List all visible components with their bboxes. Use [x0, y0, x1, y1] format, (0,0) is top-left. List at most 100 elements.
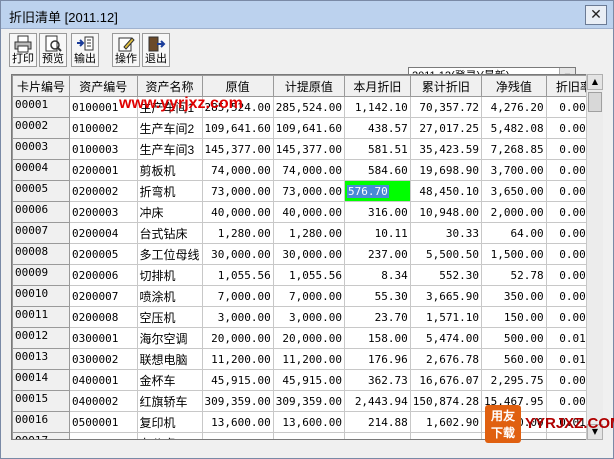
table-cell[interactable]: 30,000.00 [272, 243, 346, 265]
table-cell[interactable]: 2,443.94 [344, 390, 411, 412]
card-number-cell[interactable]: 00001 [12, 96, 71, 118]
table-cell[interactable]: 316.00 [344, 201, 411, 223]
table-cell[interactable]: 552.30 [409, 264, 483, 286]
table-cell[interactable]: 0200001 [69, 159, 138, 181]
table-cell[interactable]: 海尔空调 [136, 327, 203, 349]
table-cell[interactable]: 176.96 [344, 348, 411, 370]
table-cell[interactable]: 多工位母线 [136, 243, 203, 265]
table-cell[interactable]: 5,500.50 [409, 243, 483, 265]
table-cell[interactable]: 2,676.78 [409, 348, 483, 370]
table-cell[interactable]: 0200002 [69, 180, 138, 202]
table-cell[interactable]: 0300002 [69, 348, 138, 370]
table-cell[interactable]: 11,200.00 [201, 348, 274, 370]
table-cell[interactable]: 剪板机 [136, 159, 203, 181]
table-cell[interactable]: 3,650.00 [481, 180, 547, 202]
table-row[interactable]: 00001 0100001 生产车间1 285,524.00 285,524.00 1,1… [12, 96, 602, 118]
table-cell[interactable]: 0300001 [69, 327, 138, 349]
table-cell[interactable]: 空压机 [136, 306, 203, 328]
table-cell[interactable]: 20,000.00 [201, 327, 274, 349]
card-number-cell[interactable]: 00017 [12, 432, 71, 439]
column-header[interactable]: 卡片编号 [12, 75, 71, 97]
table-cell[interactable]: 复印机 [136, 411, 203, 433]
card-number-cell[interactable]: 00002 [12, 117, 71, 139]
table-cell[interactable]: 4,276.20 [481, 96, 547, 118]
table-row[interactable]: 00005 0200002 折弯机 73,000.00 73,000.00 576.70 4… [12, 180, 602, 202]
table-row[interactable]: 00007 0200004 台式钻床 1,280.00 1,280.00 10.11 30.… [12, 222, 602, 244]
table-row[interactable]: 00012 0300001 海尔空调 20,000.00 20,000.00 158.00… [12, 327, 602, 349]
card-number-cell[interactable]: 00014 [12, 369, 71, 391]
table-cell[interactable]: 联想电脑 [136, 348, 203, 370]
table-cell[interactable]: 7,000.00 [201, 285, 274, 307]
table-cell[interactable]: 237.00 [344, 243, 411, 265]
table-cell[interactable]: 金杯车 [136, 369, 203, 391]
table-row[interactable]: 00002 0100002 生产车间2 109,641.60 109,641.60 438… [12, 117, 602, 139]
table-cell[interactable]: 2,000.00 [481, 201, 547, 223]
column-header[interactable]: 资产名称 [136, 75, 203, 97]
table-cell[interactable]: 64.00 [481, 222, 547, 244]
table-cell[interactable]: 0200005 [69, 243, 138, 265]
table-cell[interactable]: 3,000.00 [272, 306, 346, 328]
preview-button[interactable]: 预览 [39, 33, 67, 67]
table-cell[interactable]: 3,200.00 [201, 432, 274, 439]
table-cell[interactable]: 生产车间2 [136, 117, 203, 139]
table-row[interactable]: 00004 0200001 剪板机 74,000.00 74,000.00 584.60 1… [12, 159, 602, 181]
table-cell[interactable]: 7,268.85 [481, 138, 547, 160]
table-cell[interactable]: 1,500.00 [481, 243, 547, 265]
vertical-scrollbar[interactable]: ▲ ▼ [586, 74, 603, 440]
card-number-cell[interactable]: 00007 [12, 222, 71, 244]
column-header[interactable]: 累计折旧 [409, 75, 483, 97]
table-cell[interactable]: 109,641.60 [272, 117, 346, 139]
table-cell[interactable]: 16,676.07 [409, 369, 483, 391]
scroll-thumb[interactable] [588, 92, 602, 112]
close-button[interactable]: ✕ [585, 5, 607, 25]
table-cell[interactable]: 40,000.00 [272, 201, 346, 223]
table-cell[interactable]: 13,600.00 [272, 411, 346, 433]
table-cell[interactable]: 45,915.00 [272, 369, 346, 391]
table-cell[interactable]: 214.88 [344, 411, 411, 433]
table-cell[interactable]: 48,450.10 [409, 180, 483, 202]
table-cell[interactable]: 3,665.90 [409, 285, 483, 307]
card-number-cell[interactable]: 00008 [12, 243, 71, 265]
table-cell[interactable]: 3,000.00 [201, 306, 274, 328]
table-cell[interactable]: 生产车间3 [136, 138, 203, 160]
table-cell[interactable]: 576.70 [344, 180, 411, 202]
table-cell[interactable]: 冲床 [136, 201, 203, 223]
table-cell[interactable]: 1,055.56 [201, 264, 274, 286]
table-cell[interactable]: 0400001 [69, 369, 138, 391]
table-cell[interactable]: 1,602.90 [409, 411, 483, 433]
table-cell[interactable]: 5,474.00 [409, 327, 483, 349]
table-row[interactable]: 00003 0100003 生产车间3 145,377.00 145,377.00 581… [12, 138, 602, 160]
table-cell[interactable]: 74,000.00 [201, 159, 274, 181]
table-cell[interactable]: 11,200.00 [272, 348, 346, 370]
table-cell[interactable]: 73,000.00 [201, 180, 274, 202]
table-cell[interactable]: 20,000.00 [272, 327, 346, 349]
table-cell[interactable]: 0200008 [69, 306, 138, 328]
scroll-up-icon[interactable]: ▲ [587, 74, 603, 90]
table-cell[interactable]: 35,423.59 [409, 138, 483, 160]
card-number-cell[interactable]: 00004 [12, 159, 71, 181]
card-number-cell[interactable]: 00006 [12, 201, 71, 223]
table-cell[interactable]: 45,915.00 [201, 369, 274, 391]
table-cell[interactable]: 13,600.00 [201, 411, 274, 433]
table-cell[interactable]: 8.34 [344, 264, 411, 286]
table-cell[interactable]: 0500002 [69, 432, 138, 439]
table-cell[interactable]: 5,482.08 [481, 117, 547, 139]
table-cell[interactable]: 362.73 [344, 369, 411, 391]
table-cell[interactable]: 1,142.10 [344, 96, 411, 118]
table-cell[interactable]: 150,874.28 [409, 390, 483, 412]
table-cell[interactable]: 73,000.00 [272, 180, 346, 202]
table-cell[interactable]: 台式钻床 [136, 222, 203, 244]
table-cell[interactable]: 办公桌 [136, 432, 203, 439]
table-row[interactable]: 00011 0200008 空压机 3,000.00 3,000.00 23.70 1,57… [12, 306, 602, 328]
card-number-cell[interactable]: 00009 [12, 264, 71, 286]
depreciation-table[interactable]: 卡片编号 资产编号 资产名称 原值 计提原值 本月折旧 累计折旧 净残值 折旧率 00001 01… [11, 74, 603, 440]
card-number-cell[interactable]: 00016 [12, 411, 71, 433]
table-cell[interactable]: 0400002 [69, 390, 138, 412]
exit-button[interactable]: 退出 [142, 33, 170, 67]
card-number-cell[interactable]: 00003 [12, 138, 71, 160]
table-cell[interactable]: 1,280.00 [201, 222, 274, 244]
table-cell[interactable]: 309,359.00 [272, 390, 346, 412]
table-cell[interactable]: 0100003 [69, 138, 138, 160]
table-cell[interactable]: 145,377.00 [272, 138, 346, 160]
table-cell[interactable]: 折弯机 [136, 180, 203, 202]
